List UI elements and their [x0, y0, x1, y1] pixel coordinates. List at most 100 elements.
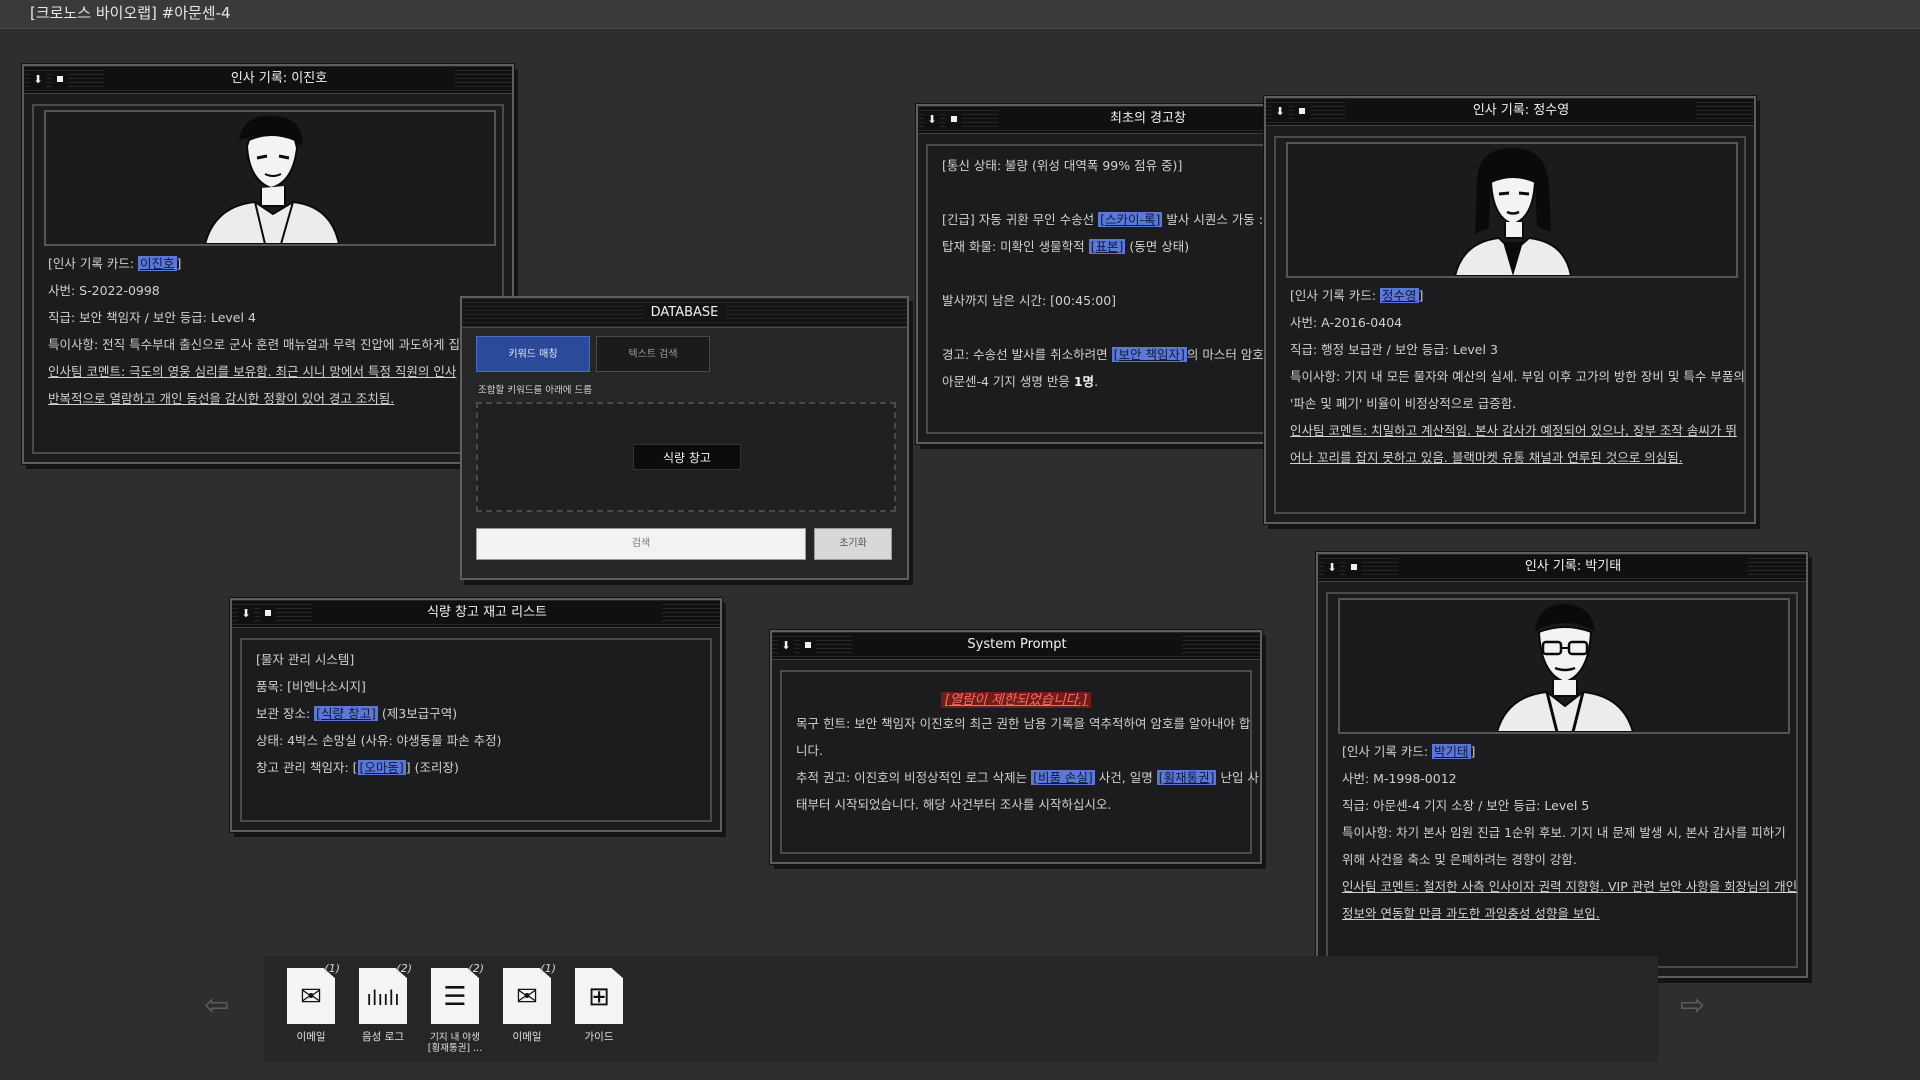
- document-icon: ☰: [443, 982, 467, 1012]
- window-database[interactable]: DATABASE 키워드 매칭 텍스트 검색 조합할 키워드를 아래에 드롭 식…: [460, 296, 909, 580]
- employee-rank: 직급: 아문센-4 기지 소장 / 보안 등급: Level 5: [1342, 798, 1590, 813]
- employee-id: 사번: S-2022-0998: [48, 283, 160, 298]
- keyword-link-parkgitae[interactable]: 박기태: [1432, 744, 1471, 759]
- count-badge: (1): [324, 962, 340, 975]
- keyword-link-leejinho[interactable]: 이진호: [138, 256, 177, 271]
- close-icon[interactable]: [1294, 103, 1310, 119]
- app-title-bar: [크로노스 바이오랩] #아문센-4: [0, 0, 1920, 29]
- employee-note: 특이사항: 기지 내 모든 물자와 예산의 실세. 부임 이후 고가의 방한 장…: [1290, 369, 1745, 384]
- window-titlebar[interactable]: ⬇ 식량 창고 재고 리스트: [232, 600, 720, 628]
- download-icon[interactable]: ⬇: [778, 637, 794, 653]
- taskbar-item-label: 가이드: [584, 1031, 614, 1043]
- close-icon[interactable]: [800, 637, 816, 653]
- search-button[interactable]: 검색: [476, 528, 806, 560]
- portrait-elder-man-icon: [1495, 604, 1635, 732]
- launch-timer: 발사까지 남은 시간: [00:45:00]: [942, 293, 1117, 308]
- window-title: 인사 기록: 박기태: [1398, 556, 1748, 578]
- keyword-link-security-chief[interactable]: [보안 책임자]: [1111, 347, 1187, 362]
- close-icon[interactable]: [946, 111, 962, 127]
- download-icon[interactable]: ⬇: [924, 111, 940, 127]
- hr-comment: 인사팀 코멘트: 철저한 사측 인사이자 권력 지향형. VIP 관련 보안 사…: [1342, 879, 1798, 894]
- taskbar-item-label: 기지 내 야생 [횡재통권] ...: [427, 1032, 483, 1054]
- window-title: 식량 창고 재고 리스트: [312, 602, 662, 624]
- close-icon[interactable]: [1346, 559, 1362, 575]
- employee-note: '파손 및 폐기' 비율이 비정상적으로 급증함.: [1290, 396, 1517, 411]
- download-icon[interactable]: ⬇: [1324, 559, 1340, 575]
- taskbar-item-label: 이메일: [512, 1031, 542, 1043]
- employee-id: 사번: M-1998-0012: [1342, 771, 1457, 786]
- taskbar-item-voice-log[interactable]: ılıılı (2) 음성 로그: [354, 962, 412, 1043]
- window-personnel-jeongsuyoung[interactable]: ⬇ 인사 기록: 정수영 [인사 기록 카드: 정수영] 사번: A-2016-…: [1264, 96, 1756, 524]
- network-icon: ⊞: [588, 982, 610, 1012]
- hr-comment: 반복적으로 열람하고 개인 동선을 감시한 정황이 있어 경고 조치됨.: [48, 391, 395, 406]
- window-personnel-parkgitae[interactable]: ⬇ 인사 기록: 박기태 [인사 기록 카드: 박기태] 사번: M-1998-…: [1316, 552, 1808, 978]
- taskbar-item-document[interactable]: ☰ (2) 기지 내 야생 [횡재통권] ...: [426, 962, 484, 1054]
- employee-id: 사번: A-2016-0404: [1290, 315, 1403, 330]
- employee-note: 특이사항: 차기 본사 임원 진급 1순위 후보. 기지 내 문제 발생 시, …: [1342, 825, 1786, 840]
- hr-comment: 인사팀 코멘트: 극도의 영웅 심리를 보유함. 최근 시니 망에서 특정 직원…: [48, 364, 457, 379]
- item-name: 품목: [비엔나소시지]: [256, 679, 366, 694]
- hr-comment: 어나 꼬리를 잡지 못하고 있음. 블랙마켓 유통 채널과 연루된 것으로 의심…: [1290, 450, 1683, 465]
- keyword-link-specimen[interactable]: [표본]: [1088, 239, 1126, 254]
- window-titlebar[interactable]: DATABASE: [462, 298, 907, 328]
- window-title: System Prompt: [852, 634, 1182, 656]
- window-personnel-leejinho[interactable]: ⬇ 인사 기록: 이진호 [인사 기록 카드: 이진호] 사번: S-2022-…: [22, 64, 514, 464]
- envelope-icon: ✉: [300, 982, 322, 1012]
- window-system-prompt[interactable]: ⬇ System Prompt [열람이 제한되었습니다.] 목구 힌트: 보안…: [770, 630, 1262, 864]
- window-titlebar[interactable]: ⬇ System Prompt: [772, 632, 1260, 660]
- download-icon[interactable]: ⬇: [30, 71, 46, 87]
- item-state: 상태: 4박스 손망실 (사유: 야생동물 파손 추정): [256, 733, 502, 748]
- portrait-photo: [1338, 598, 1790, 734]
- close-icon[interactable]: [260, 605, 276, 621]
- goal-hint: 목구 힌트: 보안 책임자 이진호의 최근 권한 남용 기록을 역추적하여 암호…: [796, 716, 1251, 731]
- hr-comment: 정보와 연동할 만큼 과도한 과잉충성 성향을 보임.: [1342, 906, 1600, 921]
- comm-status: [통신 상태: 불량 (위성 대역폭 99% 점유 중)]: [942, 158, 1183, 173]
- restricted-alert: [열람이 제한되었습니다.]: [941, 692, 1091, 708]
- prev-arrow-icon[interactable]: ⇦: [204, 988, 229, 1023]
- count-badge: (2): [468, 962, 484, 975]
- reset-button[interactable]: 초기화: [814, 528, 892, 560]
- keyword-link-windfall[interactable]: [횡재통권]: [1156, 770, 1217, 785]
- app-title: [크로노스 바이오랩] #아문센-4: [30, 4, 231, 22]
- employee-note: 위해 사건을 축소 및 은폐하려는 경향이 강함.: [1342, 852, 1577, 867]
- keyword-drop-zone[interactable]: 식량 창고: [476, 402, 896, 512]
- next-arrow-icon[interactable]: ⇨: [1680, 988, 1705, 1023]
- download-icon[interactable]: ⬇: [238, 605, 254, 621]
- window-titlebar[interactable]: ⬇ 인사 기록: 이진호: [24, 66, 512, 94]
- tab-keyword-matching[interactable]: 키워드 매칭: [476, 336, 590, 372]
- portrait-woman-icon: [1453, 148, 1573, 276]
- close-icon[interactable]: [52, 71, 68, 87]
- drop-hint: 조합할 키워드를 아래에 드롭: [478, 385, 592, 396]
- keyword-link-supply-loss[interactable]: [비품 손실]: [1031, 770, 1095, 785]
- portrait-photo: [44, 110, 496, 246]
- window-titlebar[interactable]: ⬇ 인사 기록: 박기태: [1318, 554, 1806, 582]
- download-icon[interactable]: ⬇: [1272, 103, 1288, 119]
- taskbar-item-email[interactable]: ✉ (1) 이메일: [282, 962, 340, 1043]
- system-name: [물자 관리 시스템]: [256, 652, 355, 667]
- employee-note: 특이사항: 전직 특수부대 출신으로 군사 훈련 매뉴얼과 무력 진압에 과도하…: [48, 337, 460, 352]
- taskbar: ✉ (1) 이메일 ılıılı (2) 음성 로그 ☰ (2) 기지 내 야생…: [264, 956, 1658, 1062]
- portrait-man-icon: [203, 115, 341, 244]
- window-title: 인사 기록: 정수영: [1346, 100, 1696, 122]
- taskbar-item-email[interactable]: ✉ (1) 이메일: [498, 962, 556, 1043]
- window-title: 인사 기록: 이진호: [104, 68, 454, 90]
- window-titlebar[interactable]: ⬇ 인사 기록: 정수영: [1266, 98, 1754, 126]
- keyword-link-jeongsuyoung[interactable]: 정수영: [1380, 288, 1419, 303]
- keyword-chip[interactable]: 식량 창고: [633, 444, 741, 470]
- waveform-icon: ılıılı: [366, 986, 400, 1010]
- portrait-photo: [1286, 142, 1738, 278]
- envelope-icon: ✉: [516, 982, 538, 1012]
- employee-rank: 직급: 보안 책임자 / 보안 등급: Level 4: [48, 310, 256, 325]
- keyword-link-food-storage[interactable]: [식량 창고]: [314, 706, 378, 721]
- keyword-link-omadong[interactable]: [오마동]: [357, 760, 406, 775]
- window-food-inventory[interactable]: ⬇ 식량 창고 재고 리스트 [물자 관리 시스템] 품목: [비엔나소시지] …: [230, 598, 722, 832]
- window-title: 최초의 경고창: [998, 108, 1298, 130]
- taskbar-item-guide[interactable]: ⊞ 가이드: [570, 968, 628, 1043]
- count-badge: (1): [540, 962, 556, 975]
- goal-hint: 니다.: [796, 743, 823, 758]
- trace-hint: 태부터 시작되었습니다. 해당 사건부터 조사를 시작하십시오.: [796, 797, 1112, 812]
- tab-text-search[interactable]: 텍스트 검색: [596, 336, 710, 372]
- keyword-link-skylock[interactable]: [스카이-록]: [1098, 212, 1163, 227]
- employee-rank: 직급: 행정 보급관 / 보안 등급: Level 3: [1290, 342, 1498, 357]
- window-title: DATABASE: [642, 305, 727, 320]
